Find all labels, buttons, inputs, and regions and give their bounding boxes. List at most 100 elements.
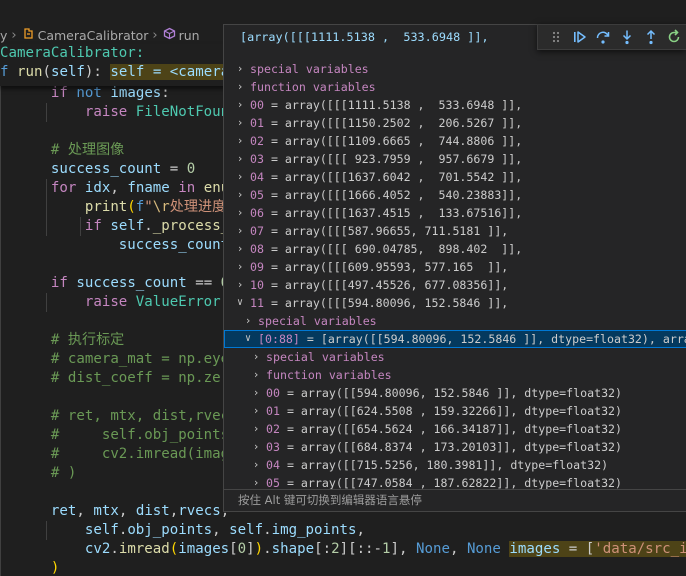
variable-row[interactable]: › 03 = array([[684.8374 , 173.20103]], dt… — [224, 438, 686, 456]
variable-row[interactable]: › 04 = array([[715.5256, 180.3981]], dtyp… — [224, 456, 686, 474]
tree-group-label: special variables — [250, 62, 369, 76]
variable-entry: [0:88] = [array([[594.80096, 152.5846 ]]… — [258, 330, 686, 348]
code-line[interactable]: # ) — [0, 464, 76, 483]
code-line[interactable]: raise ValueError( — [0, 293, 229, 312]
chevron-right-icon[interactable]: › — [234, 276, 246, 294]
chevron-right-icon[interactable]: › — [234, 186, 246, 204]
code-line[interactable]: print(f"\r处理进度 — [0, 198, 226, 217]
variable-value: array([[747.0584 , 187.62822]], dtype=fl… — [300, 476, 623, 490]
variable-value: array([[[1111.5138 , 533.6948 ]], — [284, 98, 523, 112]
code-line[interactable]: success_count = 0 — [0, 160, 195, 179]
continue-button[interactable] — [568, 26, 592, 48]
variable-row[interactable]: › 07 = array([[[587.96655, 711.5181 ]], — [224, 222, 686, 240]
chevron-down-icon[interactable]: ∨ — [242, 330, 254, 348]
variable-row[interactable]: › 10 = array([[[497.45526, 677.08356]], — [224, 276, 686, 294]
variable-entry: 02 = array([[654.5624 , 166.34187]], dty… — [266, 422, 623, 436]
code-line[interactable]: if success_count == 0 — [0, 274, 229, 293]
code-line[interactable]: if not images: — [0, 84, 170, 103]
chevron-right-icon[interactable]: › — [250, 348, 262, 366]
chevron-right-icon[interactable]: › — [250, 438, 262, 456]
code-line[interactable]: # ret, mtx, dist,rvec — [0, 407, 229, 426]
code-line[interactable]: success_count — [0, 236, 229, 255]
chevron-right-icon[interactable]: › — [234, 114, 246, 132]
code-line[interactable]: ret, mtx, dist,rvecs, — [0, 502, 229, 521]
step-over-icon — [596, 31, 610, 44]
variable-key: 09 — [250, 260, 264, 274]
variable-row[interactable]: › 02 = array([[654.5624 , 166.34187]], dt… — [224, 420, 686, 438]
code-line[interactable]: # 执行标定 — [0, 331, 124, 350]
hover-scrollbar[interactable] — [678, 45, 686, 510]
chevron-right-icon[interactable]: › — [250, 456, 262, 474]
tree-group-row[interactable]: › function variables — [224, 78, 686, 96]
variable-value: array([[[1666.4052 , 540.23883]], — [284, 188, 523, 202]
variable-value: array([[594.80096, 152.5846 ]], dtype=fl… — [300, 386, 623, 400]
code-line[interactable]: if self._process_ — [0, 217, 229, 236]
chevron-right-icon[interactable]: › — [250, 384, 262, 402]
variable-key: 04 — [250, 170, 264, 184]
code-line[interactable]: # 处理图像 — [0, 141, 124, 160]
chevron-right-icon[interactable]: › — [234, 222, 246, 240]
variable-entry: 01 = array([[624.5508 , 159.32266]], dty… — [266, 404, 623, 418]
chevron-right-icon[interactable]: › — [250, 366, 262, 384]
hover-footer-hint: 按住 Alt 键可切换到编辑器语言悬停 — [224, 489, 686, 511]
tree-group-row[interactable]: › function variables — [224, 366, 686, 384]
variable-value: array([[[ 923.7959 , 957.6679 ]], — [284, 152, 523, 166]
variable-row[interactable]: ∨ 11 = array([[[594.80096, 152.5846 ]], — [224, 294, 686, 312]
variable-row[interactable]: › 08 = array([[[ 690.04785, 898.402 ]], — [224, 240, 686, 258]
variable-row[interactable]: › 02 = array([[[1109.6665 , 744.8806 ]], — [224, 132, 686, 150]
variable-row[interactable]: › 01 = array([[[1150.2502 , 206.5267 ]], — [224, 114, 686, 132]
code-line[interactable]: for idx, fname in enu — [0, 179, 229, 198]
code-line[interactable]: # dist_coeff = np.zer — [0, 369, 229, 388]
step-out-button[interactable] — [639, 26, 663, 48]
chevron-right-icon[interactable]: › — [234, 240, 246, 258]
variable-entry: 03 = array([[[ 923.7959 , 957.6679 ]], — [250, 152, 523, 166]
drag-handle-icon[interactable] — [544, 26, 568, 48]
variable-key: 10 — [250, 278, 264, 292]
code-line[interactable]: ) — [0, 559, 60, 576]
code-line[interactable]: # self.obj_points — [0, 426, 229, 445]
variable-row[interactable]: › 04 = array([[[1637.6042 , 701.5542 ]], — [224, 168, 686, 186]
chevron-right-icon[interactable]: › — [242, 312, 254, 330]
tree-group-row[interactable]: › special variables — [224, 348, 686, 366]
tree-group-row[interactable]: › special variables — [224, 312, 686, 330]
step-over-button[interactable] — [591, 26, 615, 48]
sticky-line-method[interactable]: f run(self): self = <camera — [0, 63, 230, 82]
variable-key: 06 — [250, 206, 264, 220]
code-line[interactable]: self.obj_points, self.img_points, — [0, 521, 365, 540]
variable-row[interactable]: › 09 = array([[[609.95593, 577.165 ]], — [224, 258, 686, 276]
variable-value: array([[654.5624 , 166.34187]], dtype=fl… — [300, 422, 623, 436]
chevron-right-icon[interactable]: › — [250, 420, 262, 438]
variable-key: 05 — [266, 476, 280, 490]
breadcrumb-item-file[interactable]: y — [0, 28, 7, 43]
debug-hover-widget[interactable]: [array([[[1111.5138 , 533.6948 ]], › spec… — [223, 24, 686, 512]
variable-row[interactable]: › 05 = array([[[1666.4052 , 540.23883]], — [224, 186, 686, 204]
chevron-right-icon[interactable]: › — [234, 60, 246, 78]
tree-group-label: function variables — [266, 368, 392, 382]
variable-row[interactable]: › 06 = array([[[1637.4515 , 133.67516]], — [224, 204, 686, 222]
chevron-right-icon[interactable]: › — [234, 258, 246, 276]
code-line[interactable]: raise FileNotFoun — [0, 103, 229, 122]
chevron-down-icon[interactable]: ∨ — [234, 294, 246, 312]
code-line[interactable]: # camera_mat = np.eye — [0, 350, 229, 369]
sticky-line-class[interactable]: CameraCalibrator: — [0, 44, 144, 63]
chevron-right-icon[interactable]: › — [234, 96, 246, 114]
breadcrumb-item-method[interactable]: run — [179, 28, 200, 43]
tree-group-row[interactable]: › special variables — [224, 60, 686, 78]
chevron-right-icon[interactable]: › — [234, 168, 246, 186]
step-into-button[interactable] — [615, 26, 639, 48]
variable-row[interactable]: › 00 = array([[[1111.5138 , 533.6948 ]], — [224, 96, 686, 114]
variable-row[interactable]: › 03 = array([[[ 923.7959 , 957.6679 ]], — [224, 150, 686, 168]
variable-row[interactable]: › 01 = array([[624.5508 , 159.32266]], dt… — [224, 402, 686, 420]
breadcrumb-item-class[interactable]: CameraCalibrator — [38, 28, 149, 43]
chevron-right-icon[interactable]: › — [234, 132, 246, 150]
code-line[interactable]: # cv2.imread(imag — [0, 445, 229, 464]
debug-toolbar[interactable] — [537, 24, 686, 50]
variable-row[interactable]: ∨ [0:88] = [array([[594.80096, 152.5846 ]… — [224, 330, 686, 348]
variable-row[interactable]: › 00 = array([[594.80096, 152.5846 ]], dt… — [224, 384, 686, 402]
chevron-right-icon[interactable]: › — [234, 78, 246, 96]
chevron-right-icon[interactable]: › — [234, 204, 246, 222]
chevron-right-icon[interactable]: › — [250, 402, 262, 420]
code-line[interactable]: cv2.imread(images[0]).shape[:2][::-1], N… — [0, 540, 686, 559]
chevron-right-icon[interactable]: › — [234, 150, 246, 168]
restart-button[interactable] — [662, 26, 686, 48]
